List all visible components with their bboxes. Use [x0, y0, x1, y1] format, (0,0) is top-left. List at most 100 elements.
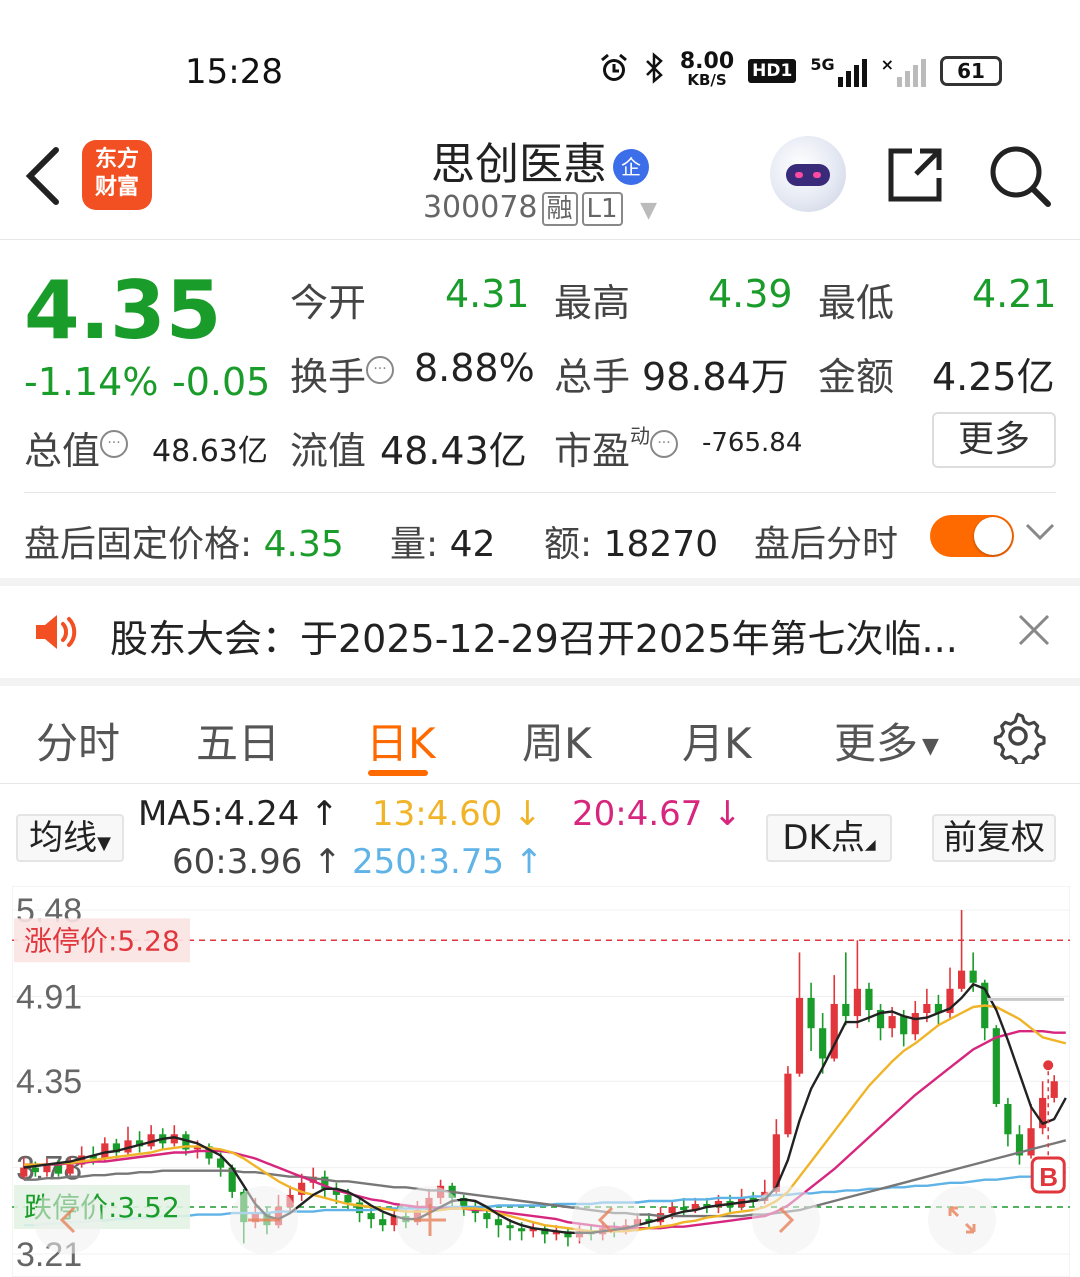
candle-body — [853, 988, 861, 1017]
candle-body — [680, 1207, 688, 1211]
candle-body — [911, 1013, 919, 1035]
caret-down-icon: ▼ — [922, 734, 939, 759]
tab-weekly-k[interactable]: 周K — [522, 710, 592, 771]
high-value: 4.39 — [708, 272, 793, 316]
tab-five-day[interactable]: 五日 — [196, 710, 280, 771]
signal-icon: 5G — [810, 55, 867, 87]
tab-daily-k[interactable]: 日K — [366, 710, 436, 771]
after-hours-row: 盘后固定价格: 4.35 量: 42 额: 18270 盘后分时 — [24, 492, 1056, 578]
mktcap-value: 48.63亿 — [152, 434, 268, 469]
candle-body — [668, 1207, 676, 1214]
status-bar: 15:28 8.00 KB/S HD1 5G × 61 — [0, 0, 1080, 120]
after-hours-amount: 额: 18270 — [544, 524, 719, 565]
info-icon[interactable]: ··· — [100, 430, 129, 458]
low-label: 最低 — [818, 281, 895, 325]
kline-svg[interactable]: 5.484.914.353.783.21涨停价:5.28跌停价:3.52B — [11, 885, 1071, 1277]
dropdown-arrow-icon[interactable]: ▼ — [640, 198, 657, 223]
candle-body — [842, 1003, 850, 1017]
amount-label: 金额 — [818, 355, 895, 399]
candle-body — [367, 1213, 375, 1220]
corp-badge-icon: 企 — [613, 149, 649, 185]
candle-body — [888, 1016, 896, 1029]
after-hours-toggle-label: 盘后分时 — [754, 524, 899, 565]
tab-more[interactable]: 更多 ▼ — [834, 710, 939, 771]
speaker-icon — [34, 612, 80, 661]
mktcap-label: 总值 ··· — [24, 420, 129, 475]
period-tabs: 分时 五日 日K 周K 月K 更多 ▼ — [0, 686, 1080, 784]
candle-body — [31, 1167, 39, 1173]
candle-body — [494, 1219, 503, 1226]
candle-body — [807, 997, 815, 1029]
candle-body — [865, 988, 873, 1011]
candle-body — [969, 970, 977, 983]
change-percent: -1.14% — [24, 360, 159, 404]
active-tab-indicator — [368, 770, 428, 776]
pe-sup: 动 — [630, 424, 651, 448]
notice-bar[interactable]: 股东大会：于2025-12-29召开2025年第七次临... — [0, 586, 1080, 678]
nav-back-icon[interactable] — [34, 1186, 102, 1254]
candle-body — [483, 1213, 491, 1220]
turnover-value: 8.88% — [414, 346, 535, 390]
search-icon[interactable] — [988, 144, 1052, 208]
turnover-label: 换手 ··· — [290, 346, 395, 401]
after-hours-volume: 量: 42 — [390, 524, 496, 565]
pan-left-icon[interactable] — [572, 1186, 640, 1254]
pan-right-icon[interactable] — [752, 1186, 820, 1254]
ma60-label: 60:3.96 ↑ — [172, 842, 342, 882]
ma20-label: 20:4.67 ↓ — [572, 794, 742, 834]
more-quote-button[interactable]: 更多 — [932, 412, 1056, 468]
candle-body — [101, 1143, 109, 1159]
hd-badge: HD1 — [748, 59, 797, 83]
tab-monthly-k[interactable]: 月K — [682, 710, 752, 771]
arrow-up-icon: ↑ — [313, 842, 342, 882]
chevron-down-icon[interactable] — [1024, 513, 1056, 562]
section-divider — [0, 678, 1080, 686]
low-value: 4.21 — [972, 272, 1057, 316]
open-value: 4.31 — [445, 272, 530, 316]
after-hours-price: 盘后固定价格: 4.35 — [24, 524, 344, 565]
amount-value: 4.25亿 — [932, 355, 1055, 399]
buy-marker-label: B — [1039, 1162, 1058, 1192]
zoom-in-icon[interactable] — [396, 1186, 464, 1254]
stock-code: 300078 — [422, 190, 538, 225]
arrow-down-icon: ↓ — [513, 794, 542, 834]
change-amount: -0.05 — [172, 360, 271, 404]
dk-point-button[interactable]: DK点◢ — [766, 814, 892, 862]
limit-up-label: 涨停价:5.28 — [24, 924, 180, 957]
quote-panel: 4.35 -1.14% -0.05 今开 4.31 最高 4.39 最低 4.2… — [0, 242, 1080, 492]
status-icons: 8.00 KB/S HD1 5G × 61 — [598, 49, 1002, 90]
ma13-label: 13:4.60 ↓ — [372, 794, 542, 834]
candle-body — [66, 1164, 74, 1174]
candle-body — [217, 1158, 225, 1168]
expand-icon[interactable] — [928, 1186, 996, 1254]
info-icon[interactable]: ··· — [650, 430, 679, 458]
float-label: 流值 — [290, 429, 367, 473]
close-icon[interactable] — [1016, 612, 1052, 657]
info-icon[interactable]: ··· — [366, 356, 395, 384]
adjust-price-button[interactable]: 前复权 — [932, 814, 1056, 862]
zoom-out-icon[interactable] — [230, 1186, 298, 1254]
candle-body — [1050, 1081, 1058, 1098]
candle-body — [784, 1073, 792, 1135]
ma250-label: 250:3.75 ↑ — [352, 842, 544, 882]
stock-header: 东方 财富 思创医惠企 300078 融 L1 ▼ — [0, 120, 1080, 240]
ai-assistant-icon[interactable] — [770, 136, 846, 212]
settings-gear-icon[interactable] — [990, 708, 1046, 768]
after-hours-toggle[interactable] — [930, 515, 1014, 557]
pe-label: 市盈动 ··· — [554, 420, 679, 475]
candle-body — [54, 1164, 63, 1174]
candle-body — [923, 1003, 931, 1014]
tab-intraday[interactable]: 分时 — [36, 710, 120, 771]
candle-body — [518, 1228, 526, 1232]
kline-chart[interactable]: 5.48 4.91 4.35 3.78 3.21 涨停价:5.28 跌停价:3.52 B — [11, 885, 1071, 1277]
candle-body — [1027, 1128, 1035, 1156]
pe-value: -765.84 — [702, 428, 803, 458]
stock-name: 思创医惠 — [431, 139, 607, 190]
high-label: 最高 — [554, 281, 631, 325]
y-tick-label: 4.35 — [16, 1063, 82, 1101]
indicator-type-select[interactable]: 均线▼ — [16, 814, 124, 862]
net-speed: 8.00 KB/S — [679, 49, 735, 90]
ma-legend-bar: 均线▼ MA5:4.24 ↑ 13:4.60 ↓ 20:4.67 ↓ 60:3.… — [0, 786, 1080, 886]
share-icon[interactable] — [886, 146, 944, 204]
candle-body — [957, 970, 966, 989]
